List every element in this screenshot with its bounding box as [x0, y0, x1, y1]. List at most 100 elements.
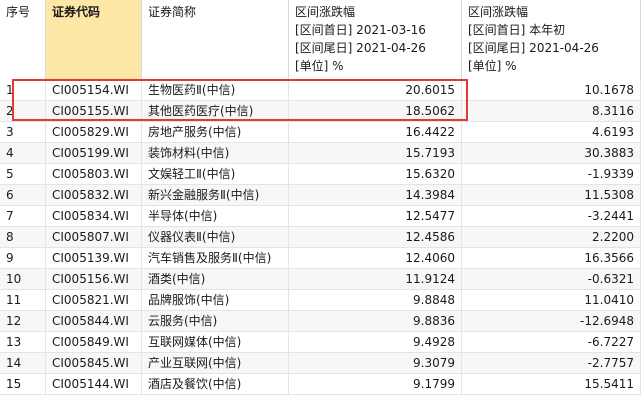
row-change-range1: 15.6320: [289, 164, 462, 185]
row-change-range2: 11.5308: [462, 185, 641, 206]
row-change-range1: 12.4586: [289, 227, 462, 248]
row-change-range1: 9.8836: [289, 311, 462, 332]
row-change-range1: 20.6015: [289, 80, 462, 101]
header-name[interactable]: 证券简称: [142, 0, 289, 80]
header-range1-title: 区间涨跌幅: [295, 5, 356, 19]
table-row[interactable]: 9 CI005139.WI 汽车销售及服务Ⅱ(中信) 12.4060 16.3566: [0, 248, 641, 269]
row-name: 产业互联网(中信): [142, 353, 289, 374]
row-code: CI005834.WI: [46, 206, 142, 227]
header-code-label: 证券代码: [52, 5, 101, 19]
row-name: 仪器仪表Ⅱ(中信): [142, 227, 289, 248]
data-grid: 序号 证券代码 证券简称 区间涨跌幅 [区间首日] 2021-03-16 [区间…: [0, 0, 641, 402]
row-change-range2: -2.7757: [462, 353, 641, 374]
row-code: CI005156.WI: [46, 269, 142, 290]
row-change-range1: 16.4422: [289, 122, 462, 143]
header-range2[interactable]: 区间涨跌幅 [区间首日] 本年初 [区间尾日] 2021-04-26 [单位] …: [462, 0, 641, 80]
row-code: CI005144.WI: [46, 374, 142, 395]
row-change-range1: 14.3984: [289, 185, 462, 206]
row-code: CI005821.WI: [46, 290, 142, 311]
table-row[interactable]: 4 CI005199.WI 装饰材料(中信) 15.7193 30.3883: [0, 143, 641, 164]
row-index: 15: [0, 374, 46, 395]
row-name: 生物医药Ⅱ(中信): [142, 80, 289, 101]
row-change-range2: 16.3566: [462, 248, 641, 269]
table-row[interactable]: 7 CI005834.WI 半导体(中信) 12.5477 -3.2441: [0, 206, 641, 227]
header-name-label: 证券简称: [148, 5, 197, 19]
row-change-range2: -1.9339: [462, 164, 641, 185]
row-change-range1: 18.5062: [289, 101, 462, 122]
row-change-range1: 12.5477: [289, 206, 462, 227]
row-index: 8: [0, 227, 46, 248]
table-row[interactable]: 1 CI005154.WI 生物医药Ⅱ(中信) 20.6015 10.1678: [0, 80, 641, 101]
header-range2-unit: [单位] %: [468, 59, 517, 73]
row-name: 其他医药医疗(中信): [142, 101, 289, 122]
table-row[interactable]: 11 CI005821.WI 品牌服饰(中信) 9.8848 11.0410: [0, 290, 641, 311]
table-row[interactable]: 10 CI005156.WI 酒类(中信) 11.9124 -0.6321: [0, 269, 641, 290]
table-row[interactable]: 8 CI005807.WI 仪器仪表Ⅱ(中信) 12.4586 2.2200: [0, 227, 641, 248]
header-range1-end: [区间尾日] 2021-04-26: [295, 41, 426, 55]
row-index: 4: [0, 143, 46, 164]
row-change-range2: 10.1678: [462, 80, 641, 101]
row-name: 半导体(中信): [142, 206, 289, 227]
row-code: CI005844.WI: [46, 311, 142, 332]
row-change-range2: 15.5411: [462, 374, 641, 395]
header-code[interactable]: 证券代码: [46, 0, 142, 80]
row-change-range1: 15.7193: [289, 143, 462, 164]
header-range2-end: [区间尾日] 2021-04-26: [468, 41, 599, 55]
row-name: 品牌服饰(中信): [142, 290, 289, 311]
row-index: 1: [0, 80, 46, 101]
row-change-range2: -0.6321: [462, 269, 641, 290]
row-index: 14: [0, 353, 46, 374]
header-range2-title: 区间涨跌幅: [468, 5, 529, 19]
table-row[interactable]: 2 CI005155.WI 其他医药医疗(中信) 18.5062 8.3116: [0, 101, 641, 122]
row-name: 云服务(中信): [142, 311, 289, 332]
row-change-range1: 11.9124: [289, 269, 462, 290]
row-code: CI005849.WI: [46, 332, 142, 353]
grid-header: 序号 证券代码 证券简称 区间涨跌幅 [区间首日] 2021-03-16 [区间…: [0, 0, 641, 81]
header-index-label: 序号: [6, 5, 31, 19]
row-change-range1: 9.1799: [289, 374, 462, 395]
table-row[interactable]: 13 CI005849.WI 互联网媒体(中信) 9.4928 -6.7227: [0, 332, 641, 353]
row-index: 6: [0, 185, 46, 206]
row-code: CI005829.WI: [46, 122, 142, 143]
row-index: 12: [0, 311, 46, 332]
row-name: 文娱轻工Ⅱ(中信): [142, 164, 289, 185]
row-index: 9: [0, 248, 46, 269]
header-range1[interactable]: 区间涨跌幅 [区间首日] 2021-03-16 [区间尾日] 2021-04-2…: [289, 0, 462, 80]
row-code: CI005803.WI: [46, 164, 142, 185]
row-code: CI005845.WI: [46, 353, 142, 374]
row-change-range2: 4.6193: [462, 122, 641, 143]
row-name: 酒店及餐饮(中信): [142, 374, 289, 395]
row-index: 13: [0, 332, 46, 353]
row-code: CI005807.WI: [46, 227, 142, 248]
table-row[interactable]: 14 CI005845.WI 产业互联网(中信) 9.3079 -2.7757: [0, 353, 641, 374]
row-index: 5: [0, 164, 46, 185]
row-code: CI005155.WI: [46, 101, 142, 122]
header-range1-unit: [单位] %: [295, 59, 344, 73]
row-index: 10: [0, 269, 46, 290]
row-index: 7: [0, 206, 46, 227]
row-change-range2: 11.0410: [462, 290, 641, 311]
table-row[interactable]: 12 CI005844.WI 云服务(中信) 9.8836 -12.6948: [0, 311, 641, 332]
row-index: 11: [0, 290, 46, 311]
row-index: 2: [0, 101, 46, 122]
row-change-range1: 9.3079: [289, 353, 462, 374]
row-name: 新兴金融服务Ⅱ(中信): [142, 185, 289, 206]
row-name: 房地产服务(中信): [142, 122, 289, 143]
row-change-range1: 9.8848: [289, 290, 462, 311]
row-code: CI005139.WI: [46, 248, 142, 269]
row-change-range1: 9.4928: [289, 332, 462, 353]
row-code: CI005154.WI: [46, 80, 142, 101]
row-name: 互联网媒体(中信): [142, 332, 289, 353]
row-change-range2: 2.2200: [462, 227, 641, 248]
table-row[interactable]: 5 CI005803.WI 文娱轻工Ⅱ(中信) 15.6320 -1.9339: [0, 164, 641, 185]
row-change-range2: -12.6948: [462, 311, 641, 332]
row-change-range2: 8.3116: [462, 101, 641, 122]
table-row[interactable]: 6 CI005832.WI 新兴金融服务Ⅱ(中信) 14.3984 11.5308: [0, 185, 641, 206]
header-index[interactable]: 序号: [0, 0, 46, 80]
row-index: 3: [0, 122, 46, 143]
table-row[interactable]: 15 CI005144.WI 酒店及餐饮(中信) 9.1799 15.5411: [0, 374, 641, 395]
row-code: CI005199.WI: [46, 143, 142, 164]
row-change-range2: -3.2441: [462, 206, 641, 227]
header-range2-start: [区间首日] 本年初: [468, 23, 566, 37]
table-row[interactable]: 3 CI005829.WI 房地产服务(中信) 16.4422 4.6193: [0, 122, 641, 143]
